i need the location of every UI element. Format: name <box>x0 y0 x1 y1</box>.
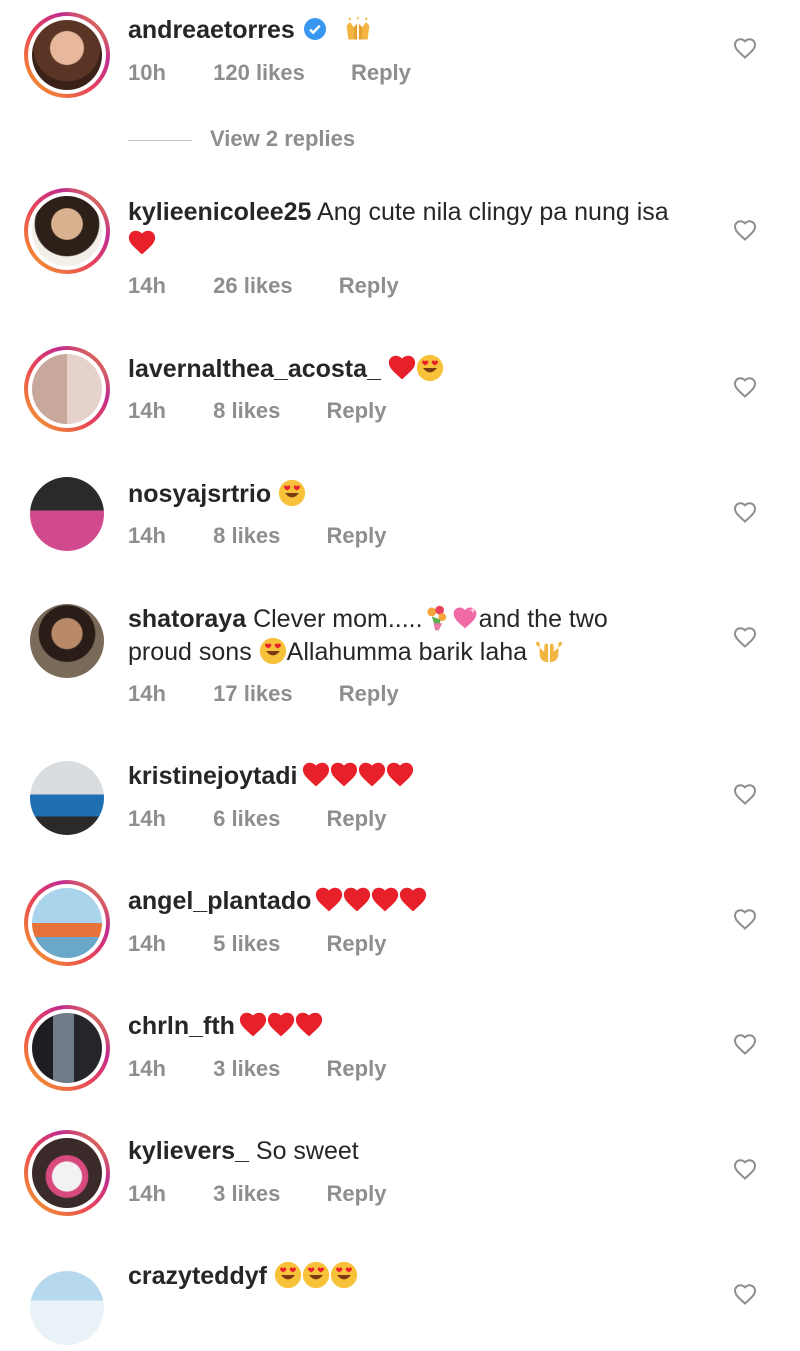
comment-likes[interactable]: 26 likes <box>213 273 293 299</box>
heart-outline-icon[interactable] <box>733 1158 757 1180</box>
heart-outline-icon[interactable] <box>733 37 757 59</box>
avatar[interactable] <box>24 880 110 966</box>
reply-button[interactable]: Reply <box>339 681 399 707</box>
heart-outline-icon[interactable] <box>733 501 757 523</box>
comment-time: 14h <box>128 398 166 423</box>
avatar[interactable] <box>24 12 110 98</box>
heart-outline-icon[interactable] <box>733 376 757 398</box>
comment-username[interactable]: andreaetorres <box>128 16 295 44</box>
comment-time: 14h <box>128 1056 166 1081</box>
view-replies-label: View 2 replies <box>210 126 356 151</box>
heart-outline-icon[interactable] <box>733 1283 757 1305</box>
comment-likes[interactable]: 17 likes <box>213 681 293 707</box>
comment-time: 10h <box>128 60 166 85</box>
comment-username[interactable]: angel_plantado <box>128 887 311 915</box>
reply-button[interactable]: Reply <box>327 1181 387 1207</box>
heart-outline-icon[interactable] <box>733 219 757 241</box>
heart-eyes-icon <box>416 354 444 382</box>
red-heart-icon <box>315 886 343 914</box>
red-heart-icon <box>302 761 330 789</box>
comment-username[interactable]: lavernalthea_acosta_ <box>128 355 381 383</box>
reply-button[interactable]: Reply <box>327 398 387 424</box>
heart-outline-icon[interactable] <box>733 783 757 805</box>
red-heart-icon <box>267 1011 295 1039</box>
reply-button[interactable]: Reply <box>351 60 411 86</box>
comment-time: 14h <box>128 806 166 831</box>
red-heart-icon <box>343 886 371 914</box>
reply-button[interactable]: Reply <box>327 806 387 832</box>
comment-username[interactable]: nosyajsrtrio <box>128 480 271 508</box>
avatar[interactable] <box>24 346 110 432</box>
comment-likes[interactable]: 8 likes <box>213 523 280 549</box>
red-heart-icon <box>388 354 416 382</box>
red-heart-icon <box>295 1011 323 1039</box>
avatar[interactable] <box>24 598 110 684</box>
red-heart-icon <box>371 886 399 914</box>
red-heart-icon <box>239 1011 267 1039</box>
replies-divider <box>128 139 192 141</box>
comment-time: 14h <box>128 1181 166 1206</box>
comment-username[interactable]: kylievers_ <box>128 1137 249 1165</box>
comment-username[interactable]: crazyteddyf <box>128 1262 267 1290</box>
comment-text: Ang cute nila clingy pa nung isa <box>317 198 669 226</box>
comment-likes[interactable]: 3 likes <box>213 1056 280 1082</box>
comment-likes[interactable]: 6 likes <box>213 806 280 832</box>
comment-text: and the two <box>478 605 608 633</box>
red-heart-icon <box>358 761 386 789</box>
bouquet-icon <box>423 604 451 632</box>
reply-button[interactable]: Reply <box>339 273 399 299</box>
view-replies-button[interactable]: View 2 replies <box>128 126 355 156</box>
comment-likes[interactable]: 8 likes <box>213 398 280 424</box>
comment-username[interactable]: kristinejoytadi <box>128 762 298 790</box>
avatar[interactable] <box>24 471 110 557</box>
comment-time: 14h <box>128 681 166 706</box>
comment-time: 14h <box>128 931 166 956</box>
comment-time: 14h <box>128 273 166 298</box>
heart-outline-icon[interactable] <box>733 908 757 930</box>
avatar[interactable] <box>24 1130 110 1216</box>
comment-time: 14h <box>128 523 166 548</box>
comment-likes[interactable]: 120 likes <box>213 60 305 86</box>
comment-text: Clever mom..... <box>253 605 423 633</box>
red-heart-icon <box>128 229 156 257</box>
comment-username[interactable]: chrln_fth <box>128 1012 235 1040</box>
sparkling-heart-icon <box>451 604 479 632</box>
comment-likes[interactable]: 3 likes <box>213 1181 280 1207</box>
red-heart-icon <box>330 761 358 789</box>
comment-username[interactable]: shatoraya <box>128 605 246 633</box>
verified-badge-icon <box>303 18 326 40</box>
reply-button[interactable]: Reply <box>327 523 387 549</box>
reply-button[interactable]: Reply <box>327 1056 387 1082</box>
heart-eyes-icon <box>259 637 287 665</box>
comment-text: proud sons <box>128 638 252 666</box>
avatar[interactable] <box>24 1005 110 1091</box>
comment-text: Allahumma barik laha <box>286 638 528 666</box>
heart-eyes-icon <box>330 1261 358 1289</box>
comment-likes[interactable]: 5 likes <box>213 931 280 957</box>
heart-outline-icon[interactable] <box>733 626 757 648</box>
open-hands-icon <box>534 635 564 665</box>
avatar[interactable] <box>24 755 110 841</box>
comment-text: So sweet <box>255 1137 359 1165</box>
red-heart-icon <box>399 886 427 914</box>
raised-hands-icon <box>344 15 372 43</box>
reply-button[interactable]: Reply <box>327 931 387 957</box>
red-heart-icon <box>386 761 414 789</box>
heart-eyes-icon <box>302 1261 330 1289</box>
avatar[interactable] <box>24 1265 110 1351</box>
heart-outline-icon[interactable] <box>733 1033 757 1055</box>
comment-username[interactable]: kylieenicolee25 <box>128 198 311 226</box>
avatar[interactable] <box>24 188 110 274</box>
heart-eyes-icon <box>274 1261 302 1289</box>
heart-eyes-icon <box>278 479 306 507</box>
